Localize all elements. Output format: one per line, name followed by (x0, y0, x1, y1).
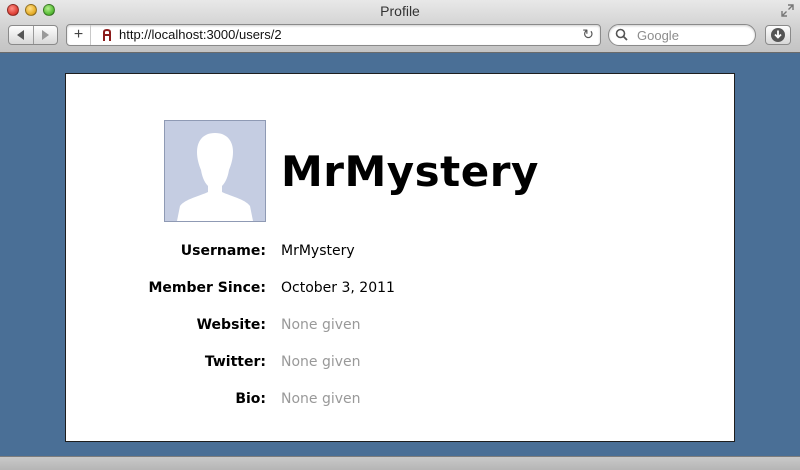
download-icon (771, 28, 785, 42)
profile-row-member-since: Member Since: October 3, 2011 (66, 280, 736, 300)
website-label: Website: (196, 317, 266, 333)
window-title: Profile (380, 3, 420, 19)
member-since-label: Member Since: (148, 280, 266, 296)
bio-label: Bio: (235, 391, 266, 407)
avatar (164, 120, 266, 222)
search-field[interactable] (608, 24, 756, 46)
back-button[interactable] (9, 26, 33, 44)
username-label: Username: (180, 243, 266, 259)
profile-card: MrMystery Username: MrMystery Member Sin… (65, 73, 735, 442)
search-icon[interactable] (615, 28, 629, 42)
bio-value: None given (281, 391, 361, 407)
profile-row-website: Website: None given (66, 317, 736, 337)
profile-row-bio: Bio: None given (66, 391, 736, 411)
website-value: None given (281, 317, 361, 333)
fullscreen-icon[interactable] (781, 4, 794, 17)
chevron-left-icon (17, 30, 25, 40)
twitter-label: Twitter: (204, 354, 266, 370)
search-input[interactable] (637, 26, 747, 44)
page-title: MrMystery (281, 147, 539, 196)
twitter-value: None given (281, 354, 361, 370)
address-bar[interactable]: + http://localhost:3000/users/2 ↻ (66, 24, 601, 46)
chevron-right-icon (41, 30, 49, 40)
browser-toolbar: Profile + http://localhost:3000/users/2 … (0, 0, 800, 53)
profile-row-twitter: Twitter: None given (66, 354, 736, 374)
site-favicon-icon (103, 29, 111, 41)
username-value: MrMystery (281, 243, 355, 259)
window-bottom-bar (0, 456, 800, 470)
reload-icon[interactable]: ↻ (582, 27, 594, 43)
member-since-value: October 3, 2011 (281, 280, 395, 296)
default-avatar-silhouette-icon (177, 133, 253, 221)
back-forward-buttons (8, 25, 58, 45)
url-text[interactable]: http://localhost:3000/users/2 (119, 27, 282, 42)
downloads-button[interactable] (765, 25, 791, 45)
profile-row-username: Username: MrMystery (66, 243, 736, 263)
forward-button[interactable] (32, 26, 58, 44)
add-bookmark-button[interactable]: + (67, 25, 91, 45)
